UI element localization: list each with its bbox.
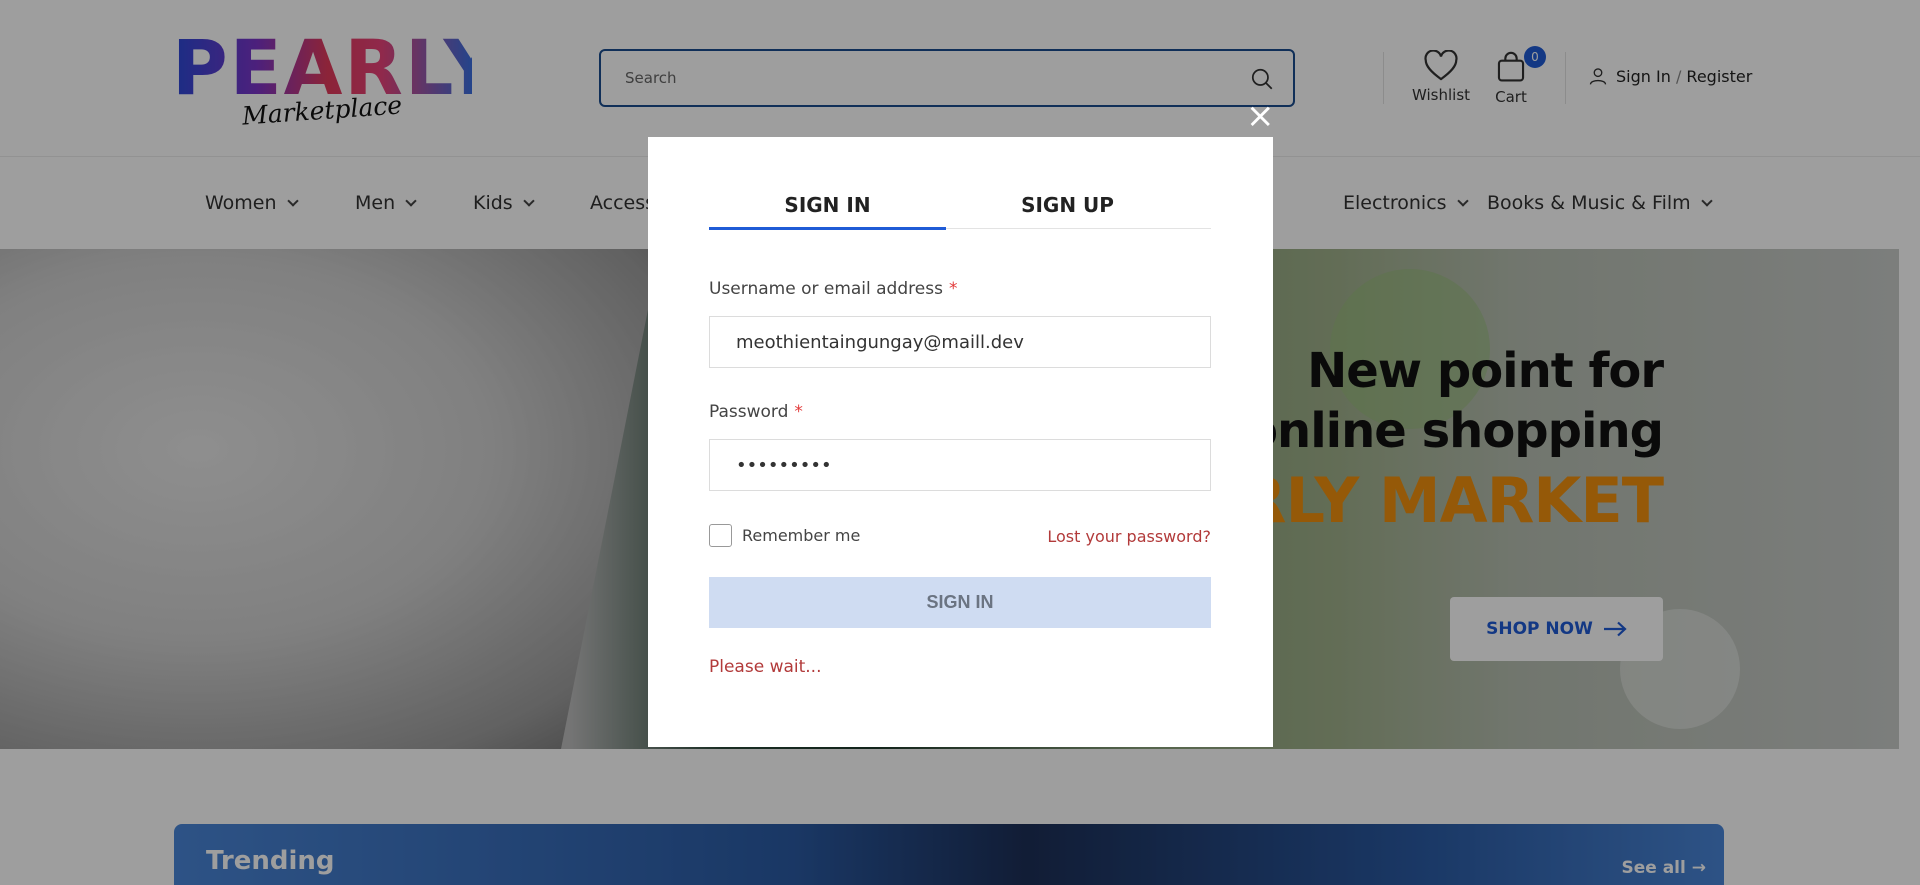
password-field[interactable] <box>710 440 1210 490</box>
username-field[interactable] <box>710 317 1210 367</box>
remember-me[interactable]: Remember me <box>709 524 860 547</box>
lost-password-link[interactable]: Lost your password? <box>1047 527 1211 546</box>
password-label: Password * <box>709 402 803 422</box>
remember-checkbox[interactable] <box>709 524 732 547</box>
username-label-text: Username or email address <box>709 279 943 299</box>
auth-modal: SIGN IN SIGN UP Username or email addres… <box>648 137 1273 747</box>
password-label-text: Password <box>709 402 789 422</box>
password-field-box <box>709 439 1211 491</box>
username-field-box <box>709 316 1211 368</box>
tab-signup[interactable]: SIGN UP <box>949 193 1186 229</box>
status-message: Please wait... <box>709 657 822 677</box>
tab-signin[interactable]: SIGN IN <box>709 193 946 230</box>
required-mark: * <box>794 402 803 422</box>
signin-submit-button[interactable]: SIGN IN <box>709 577 1211 628</box>
username-label: Username or email address * <box>709 279 957 299</box>
remember-label: Remember me <box>742 526 861 545</box>
close-icon[interactable]: × <box>1246 99 1275 133</box>
required-mark: * <box>948 279 958 299</box>
auth-tabs: SIGN IN SIGN UP <box>709 193 1211 230</box>
